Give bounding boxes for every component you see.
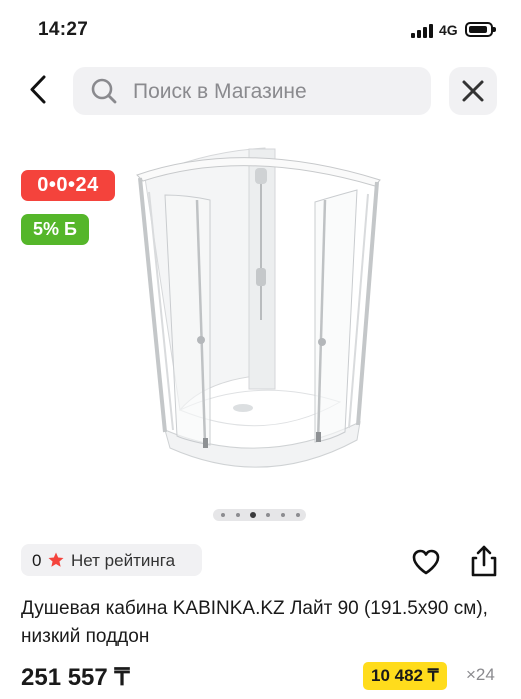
gallery-dot[interactable] (221, 513, 225, 517)
heart-icon (412, 549, 440, 575)
signal-icon (411, 24, 433, 38)
chevron-left-icon (30, 75, 46, 104)
search-icon (91, 78, 117, 104)
star-icon (48, 552, 64, 567)
product-image[interactable] (125, 140, 395, 500)
cashback-badge: 5% Б (21, 214, 89, 245)
favorite-button[interactable] (410, 546, 442, 578)
battery-icon (465, 22, 496, 37)
product-price: 251 557 ₸ (21, 664, 130, 691)
share-button[interactable] (467, 543, 501, 579)
search-input[interactable]: Поиск в Магазине (73, 67, 431, 115)
product-title: Душевая кабина KABINKA.KZ Лайт 90 (191.5… (21, 598, 488, 647)
status-bar: 14:27 4G (0, 0, 521, 62)
gallery-pager[interactable] (213, 509, 306, 521)
close-search-button[interactable] (449, 67, 497, 115)
installment-months: ×24 (466, 665, 495, 684)
rating-label: Нет рейтинга (71, 551, 176, 570)
close-icon (462, 80, 484, 102)
gallery-dot[interactable] (281, 513, 285, 517)
back-button[interactable] (24, 72, 58, 108)
network-label: 4G (439, 22, 458, 38)
rating-count: 0 (32, 551, 42, 570)
rating-chip[interactable]: 0 Нет рейтинга (21, 544, 202, 576)
share-icon (471, 545, 497, 577)
gallery-dot[interactable] (250, 512, 256, 518)
gallery-dot[interactable] (296, 513, 300, 517)
status-time: 14:27 (38, 19, 89, 40)
timer-badge: 0•0•24 (21, 170, 115, 201)
installment-badge[interactable]: 10 482 ₸ (363, 662, 447, 690)
search-placeholder: Поиск в Магазине (133, 80, 307, 103)
gallery-dot[interactable] (236, 513, 240, 517)
gallery-dot[interactable] (266, 513, 270, 517)
